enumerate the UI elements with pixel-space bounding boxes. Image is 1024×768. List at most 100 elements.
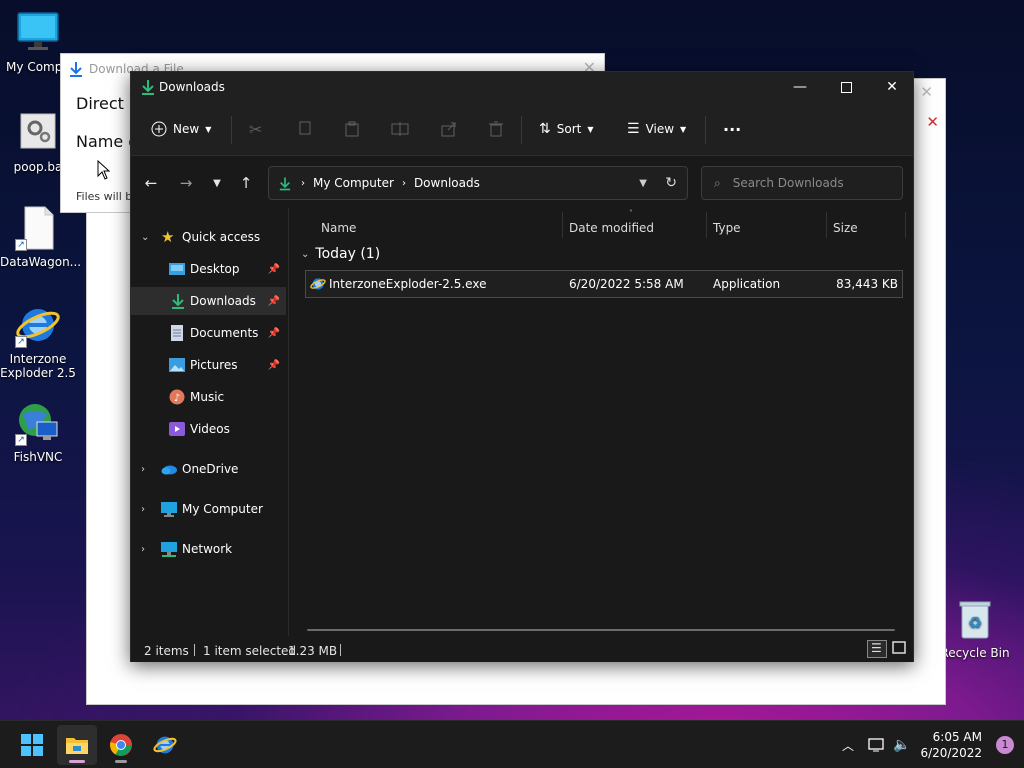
chevron-right-icon: ›: [301, 177, 305, 189]
file-row[interactable]: InterzoneExploder-2.5.exe 6/20/2022 5:58…: [305, 270, 903, 298]
downloads-icon: [172, 294, 184, 309]
column-divider[interactable]: [562, 212, 563, 238]
arrow-right-icon: →: [179, 174, 193, 192]
show-hidden-icons-button[interactable]: ︿: [842, 721, 854, 768]
desktop-icon-fishvnc[interactable]: ↗ FishVNC: [0, 400, 76, 464]
chevron-up-icon: ︿: [842, 738, 855, 753]
column-header-name[interactable]: Name: [321, 216, 356, 240]
desktop-icon-recycle-bin[interactable]: ♻ Recycle Bin: [937, 596, 1013, 660]
mouse-cursor-icon: [97, 160, 111, 180]
group-header-today[interactable]: ⌄ Today (1): [301, 246, 380, 262]
more-options-button[interactable]: ···: [723, 116, 741, 142]
back-button[interactable]: ←: [139, 172, 163, 194]
sidebar-item-downloads[interactable]: Downloads 📌: [131, 287, 286, 315]
rename-icon: [391, 122, 409, 136]
tiles-view-button[interactable]: [891, 640, 909, 658]
file-explorer-window[interactable]: Downloads — ✕ New ▼ ✂ ⇅ Sort ▼ ☰ View ▼ …: [130, 71, 914, 662]
sort-button[interactable]: ⇅ Sort ▼: [539, 116, 594, 142]
copy-button[interactable]: [297, 116, 311, 142]
globe-network-icon: ↗: [15, 400, 61, 446]
pin-icon[interactable]: 📌: [268, 360, 280, 371]
address-dropdown-icon[interactable]: ▼: [639, 178, 647, 189]
sort-button-label: Sort: [556, 122, 582, 136]
network-monitor-icon: [868, 738, 884, 752]
desktop-folder-icon: [169, 263, 185, 275]
download-window-text: Name o: [76, 132, 139, 151]
taskbar-interzone-exploder[interactable]: [145, 725, 185, 765]
pin-icon[interactable]: 📌: [268, 264, 280, 275]
breadcrumb-downloads[interactable]: Downloads: [414, 176, 480, 190]
minimize-button[interactable]: —: [777, 72, 823, 102]
delete-button[interactable]: [489, 116, 503, 142]
clock-time: 6:05 AM: [932, 730, 982, 744]
sidebar-item-pictures[interactable]: Pictures 📌: [131, 351, 286, 379]
address-bar[interactable]: › My Computer › Downloads ▼ ↻: [268, 166, 688, 200]
sidebar-item-desktop[interactable]: Desktop 📌: [131, 255, 286, 283]
maximize-button[interactable]: [823, 72, 869, 102]
column-header-size[interactable]: Size: [833, 216, 858, 240]
sort-icon: ⇅: [539, 121, 551, 137]
details-view-button[interactable]: ☰: [867, 640, 887, 658]
title-bar[interactable]: Downloads — ✕: [131, 72, 913, 102]
red-x-icon[interactable]: ✕: [926, 113, 939, 131]
new-button[interactable]: New ▼: [151, 116, 211, 142]
chevron-right-icon: ›: [141, 543, 145, 555]
pin-icon[interactable]: 📌: [268, 328, 280, 339]
speaker-icon: 🔈: [893, 737, 911, 753]
column-divider[interactable]: [905, 212, 906, 238]
sidebar-item-quick-access[interactable]: ⌄ ★ Quick access: [131, 223, 286, 251]
onedrive-cloud-icon: [161, 465, 177, 475]
desktop-icon-datawagon[interactable]: ↗ DataWagon...: [0, 205, 81, 269]
sidebar-item-my-computer[interactable]: › My Computer: [131, 495, 286, 523]
share-icon: [441, 122, 456, 137]
column-divider[interactable]: [706, 212, 707, 238]
chevron-right-icon: ›: [141, 503, 145, 515]
forward-button[interactable]: →: [174, 172, 198, 194]
search-box[interactable]: ⌕: [701, 166, 903, 200]
share-button[interactable]: [441, 116, 457, 142]
notification-badge[interactable]: 1: [996, 736, 1014, 754]
sidebar-item-music[interactable]: ♪ Music: [131, 383, 286, 411]
column-divider[interactable]: [826, 212, 827, 238]
taskbar-chrome[interactable]: [101, 725, 141, 765]
toolbar-divider: [705, 116, 706, 144]
sidebar-item-label: Music: [190, 390, 225, 404]
cut-button[interactable]: ✂: [249, 116, 262, 142]
column-header-date-modified[interactable]: Date modified: [569, 216, 654, 240]
network-status-button[interactable]: [868, 721, 886, 768]
horizontal-scrollbar[interactable]: [307, 629, 895, 631]
sidebar-item-label: Downloads: [190, 294, 256, 308]
download-arrow-icon: [70, 62, 82, 77]
breadcrumb-my-computer[interactable]: My Computer: [313, 176, 394, 190]
rename-button[interactable]: [391, 116, 409, 142]
recent-locations-button[interactable]: ▼: [205, 172, 229, 194]
chevron-down-icon: ⌄: [141, 231, 150, 243]
sidebar-item-documents[interactable]: Documents 📌: [131, 319, 286, 347]
close-icon[interactable]: ✕: [920, 83, 933, 101]
sidebar-item-onedrive[interactable]: › OneDrive: [131, 455, 286, 483]
refresh-icon[interactable]: ↻: [665, 175, 677, 191]
scissors-icon: ✂: [249, 119, 263, 139]
pin-icon[interactable]: 📌: [268, 296, 280, 307]
close-button[interactable]: ✕: [869, 72, 915, 102]
sidebar-item-network[interactable]: › Network: [131, 535, 286, 563]
column-header-type[interactable]: Type: [713, 216, 741, 240]
start-button[interactable]: [12, 725, 52, 765]
file-list-pane[interactable]: Name ˅ Date modified Type Size ⌄ Today (…: [291, 208, 913, 636]
desktop-icon-interzone-exploder[interactable]: ↗ Interzone Exploder 2.5: [0, 302, 76, 380]
sidebar-item-videos[interactable]: Videos: [131, 415, 286, 443]
search-input[interactable]: [732, 176, 893, 190]
up-button[interactable]: ↑: [234, 172, 258, 194]
paste-button[interactable]: [345, 116, 359, 142]
desktop-icon-label: FishVNC: [13, 450, 63, 464]
taskbar-file-explorer[interactable]: [57, 725, 97, 765]
volume-button[interactable]: 🔈: [893, 721, 910, 768]
system-clock[interactable]: 6:05 AM 6/20/2022: [920, 729, 982, 761]
maximize-icon: [840, 81, 852, 93]
status-item-count: 2 items: [144, 644, 189, 658]
view-button[interactable]: ☰ View ▼: [627, 116, 686, 142]
view-list-icon: ☰: [627, 121, 640, 137]
chevron-down-icon: ⌄: [301, 248, 310, 260]
file-date-modified: 6/20/2022 5:58 AM: [569, 277, 684, 291]
sidebar-item-label: Pictures: [190, 358, 238, 372]
